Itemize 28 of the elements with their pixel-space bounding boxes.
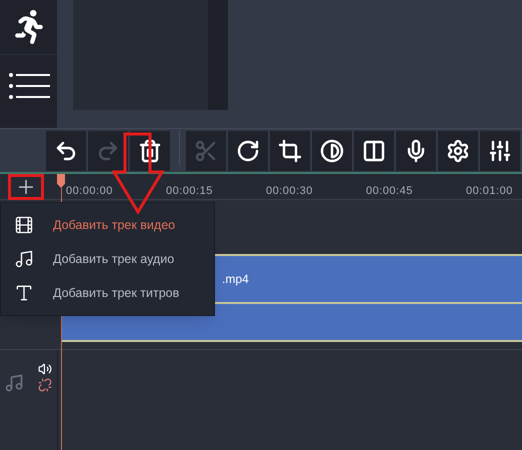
timecode: 00:00:45 (366, 185, 413, 197)
toolbar-button[interactable] (354, 131, 394, 171)
toolbar-button[interactable] (438, 131, 478, 171)
toolbar-button[interactable] (228, 131, 268, 171)
unlink-icon[interactable] (38, 378, 52, 392)
settings-icon (446, 139, 470, 163)
timecode: 00:00:00 (66, 185, 113, 197)
scissors-icon (194, 139, 218, 163)
menu-item[interactable]: Добавить трек видео (13, 215, 214, 235)
toolbar-button[interactable] (396, 131, 436, 171)
rotate-icon (236, 139, 260, 163)
timecode: 00:00:15 (166, 185, 213, 197)
clip-name: .mp4 (222, 271, 249, 288)
toolbar-button[interactable] (270, 131, 310, 171)
timecode: 00:01:00 (466, 185, 513, 197)
toolbar-button[interactable] (312, 131, 352, 171)
speaker-icon[interactable] (38, 362, 52, 376)
toolbar-button[interactable] (46, 131, 86, 171)
timecode: 00:00:30 (266, 185, 313, 197)
list-icon[interactable] (8, 71, 50, 101)
crop-icon (278, 139, 302, 163)
toolbar-button[interactable] (480, 131, 520, 171)
music-note-icon (13, 249, 35, 269)
split-icon (362, 139, 386, 163)
contrast-icon (320, 139, 344, 163)
trash-icon (138, 139, 162, 163)
sliders-icon (488, 139, 512, 163)
film-icon (13, 215, 35, 235)
